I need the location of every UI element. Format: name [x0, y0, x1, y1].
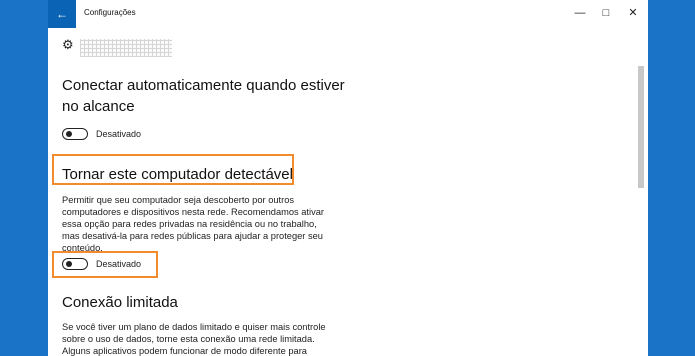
- toggle-knob: [66, 131, 72, 137]
- close-button[interactable]: ✕: [623, 5, 643, 21]
- auto-connect-heading: Conectar automaticamente quando estiver …: [62, 77, 345, 115]
- title-bar: ← Configurações — □ ✕: [48, 0, 648, 28]
- auto-connect-toggle-label: Desativado: [96, 129, 142, 139]
- discoverable-toggle[interactable]: [62, 258, 88, 270]
- maximize-icon: □: [602, 7, 610, 19]
- toggle-knob: [66, 261, 72, 267]
- discoverable-heading: Tornar este computador detectável: [62, 166, 293, 183]
- discoverable-description: Permitir que seu computador seja descobe…: [62, 195, 324, 253]
- metered-description: Se você tiver um plano de dados limitado…: [62, 322, 326, 356]
- scrollbar-thumb[interactable]: [638, 66, 644, 188]
- settings-window: ← Configurações — □ ✕ ⚙ Conectar automat…: [48, 0, 648, 356]
- maximize-button[interactable]: □: [596, 5, 616, 21]
- close-icon: ✕: [628, 7, 638, 19]
- discoverable-toggle-label: Desativado: [96, 259, 142, 269]
- network-name-obscured: [80, 39, 172, 57]
- arrow-left-icon: ←: [56, 7, 68, 21]
- gear-icon: ⚙: [62, 37, 74, 52]
- back-button[interactable]: ←: [48, 0, 76, 28]
- window-title: Configurações: [84, 8, 136, 17]
- metered-heading: Conexão limitada: [62, 294, 178, 311]
- auto-connect-toggle[interactable]: [62, 128, 88, 140]
- minimize-icon: —: [574, 7, 586, 19]
- minimize-button[interactable]: —: [570, 5, 590, 21]
